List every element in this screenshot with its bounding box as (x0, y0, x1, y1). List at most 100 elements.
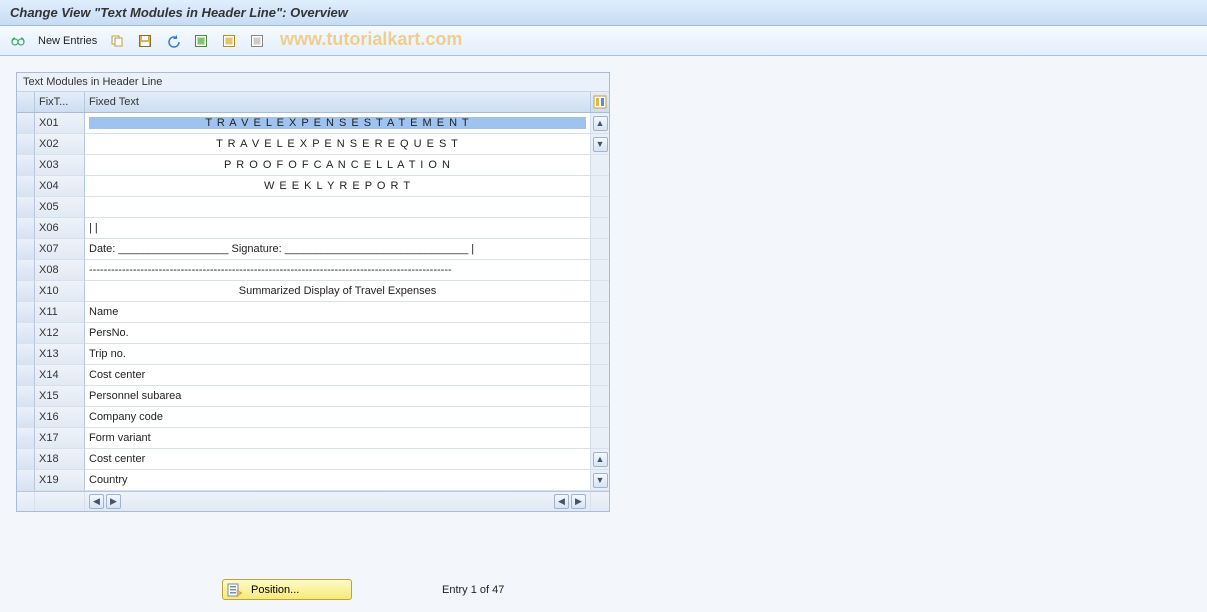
cell-text[interactable]: Form variant (85, 428, 591, 449)
cell-code[interactable]: X05 (35, 197, 85, 218)
table-row[interactable]: X02T R A V E L E X P E N S E R E Q U E S… (17, 134, 609, 155)
scrollbar-cell[interactable]: ▼ (591, 134, 609, 155)
column-header-text[interactable]: Fixed Text (85, 92, 591, 112)
select-block-button[interactable] (217, 30, 241, 52)
table-row[interactable]: X19Country▼ (17, 470, 609, 491)
cell-text[interactable]: Country (85, 470, 591, 491)
row-selector[interactable] (17, 407, 35, 428)
table-row[interactable]: X04W E E K L Y R E P O R T (17, 176, 609, 197)
cell-text[interactable]: W E E K L Y R E P O R T (85, 176, 591, 197)
table-row[interactable]: X07 Date: __________________ Signature: … (17, 239, 609, 260)
scrollbar-track[interactable] (591, 281, 609, 302)
row-selector[interactable] (17, 281, 35, 302)
toggle-view-button[interactable] (6, 30, 30, 52)
scrollbar-track[interactable] (591, 344, 609, 365)
cell-text[interactable]: | | (85, 218, 591, 239)
row-selector[interactable] (17, 386, 35, 407)
row-selector[interactable] (17, 428, 35, 449)
cell-code[interactable]: X14 (35, 365, 85, 386)
save-button[interactable] (133, 30, 157, 52)
scrollbar-cell[interactable]: ▼ (591, 470, 609, 491)
cell-text[interactable]: Date: __________________ Signature: ____… (85, 239, 591, 260)
cell-text[interactable]: Cost center (85, 365, 591, 386)
position-button[interactable]: Position... (222, 579, 352, 600)
table-row[interactable]: X08-------------------------------------… (17, 260, 609, 281)
select-all-button[interactable] (189, 30, 213, 52)
undo-button[interactable] (161, 30, 185, 52)
cell-text[interactable]: Company code (85, 407, 591, 428)
cell-code[interactable]: X15 (35, 386, 85, 407)
table-row[interactable]: X11Name (17, 302, 609, 323)
row-selector[interactable] (17, 260, 35, 281)
row-selector[interactable] (17, 323, 35, 344)
cell-code[interactable]: X08 (35, 260, 85, 281)
cell-code[interactable]: X16 (35, 407, 85, 428)
scrollbar-track[interactable] (591, 386, 609, 407)
scrollbar-cell[interactable]: ▲ (591, 449, 609, 470)
table-row[interactable]: X06| | (17, 218, 609, 239)
scrollbar-track[interactable] (591, 302, 609, 323)
row-selector[interactable] (17, 218, 35, 239)
cell-text[interactable]: Cost center (85, 449, 591, 470)
cell-text[interactable] (85, 197, 591, 218)
table-row[interactable]: X16Company code (17, 407, 609, 428)
row-selector[interactable] (17, 113, 35, 134)
scrollbar-track[interactable] (591, 218, 609, 239)
table-row[interactable]: X17Form variant (17, 428, 609, 449)
table-row[interactable]: X01T R A V E L E X P E N S E S T A T E M… (17, 113, 609, 134)
cell-text[interactable]: T R A V E L E X P E N S E R E Q U E S T (85, 134, 591, 155)
cell-text[interactable]: PersNo. (85, 323, 591, 344)
column-header-config[interactable] (591, 92, 609, 112)
scrollbar-track[interactable] (591, 239, 609, 260)
scrollbar-track[interactable] (591, 323, 609, 344)
cell-code[interactable]: X04 (35, 176, 85, 197)
cell-code[interactable]: X17 (35, 428, 85, 449)
scrollbar-cell[interactable]: ▲ (591, 113, 609, 134)
scrollbar-track[interactable] (591, 428, 609, 449)
row-selector[interactable] (17, 197, 35, 218)
scroll-left-end-button[interactable]: ◀ (554, 494, 569, 509)
cell-code[interactable]: X19 (35, 470, 85, 491)
scrollbar-track[interactable] (591, 176, 609, 197)
new-entries-button[interactable]: New Entries (34, 32, 101, 50)
scrollbar-track[interactable] (591, 260, 609, 281)
scrollbar-track[interactable] (591, 197, 609, 218)
scroll-up-end-button[interactable]: ▲ (593, 452, 608, 467)
cell-code[interactable]: X11 (35, 302, 85, 323)
row-selector[interactable] (17, 155, 35, 176)
cell-code[interactable]: X12 (35, 323, 85, 344)
cell-text[interactable]: ----------------------------------------… (85, 260, 591, 281)
deselect-all-button[interactable] (245, 30, 269, 52)
cell-code[interactable]: X03 (35, 155, 85, 176)
copy-button[interactable] (105, 30, 129, 52)
row-selector[interactable] (17, 470, 35, 491)
cell-code[interactable]: X02 (35, 134, 85, 155)
cell-text[interactable]: P R O O F O F C A N C E L L A T I O N (85, 155, 591, 176)
cell-code[interactable]: X07 (35, 239, 85, 260)
cell-text[interactable]: Trip no. (85, 344, 591, 365)
row-selector[interactable] (17, 365, 35, 386)
table-row[interactable]: X15Personnel subarea (17, 386, 609, 407)
cell-text[interactable]: Name (85, 302, 591, 323)
table-row[interactable]: X13Trip no. (17, 344, 609, 365)
cell-code[interactable]: X13 (35, 344, 85, 365)
scroll-down-button[interactable]: ▼ (593, 137, 608, 152)
cell-text[interactable]: Personnel subarea (85, 386, 591, 407)
horizontal-scrollbar[interactable]: ◀ ▶ ◀ ▶ (85, 492, 591, 511)
table-row[interactable]: X10Summarized Display of Travel Expenses (17, 281, 609, 302)
scroll-right-button[interactable]: ▶ (106, 494, 121, 509)
scrollbar-track[interactable] (591, 155, 609, 176)
scroll-right-end-button[interactable]: ▶ (571, 494, 586, 509)
scroll-left-button[interactable]: ◀ (89, 494, 104, 509)
row-selector[interactable] (17, 176, 35, 197)
column-header-code[interactable]: FixT... (35, 92, 85, 112)
row-selector[interactable] (17, 449, 35, 470)
scrollbar-track[interactable] (591, 407, 609, 428)
row-selector[interactable] (17, 239, 35, 260)
table-row[interactable]: X05 (17, 197, 609, 218)
scroll-down-end-button[interactable]: ▼ (593, 473, 608, 488)
row-selector[interactable] (17, 134, 35, 155)
cell-code[interactable]: X01 (35, 113, 85, 134)
table-row[interactable]: X12PersNo. (17, 323, 609, 344)
scrollbar-track[interactable] (591, 365, 609, 386)
